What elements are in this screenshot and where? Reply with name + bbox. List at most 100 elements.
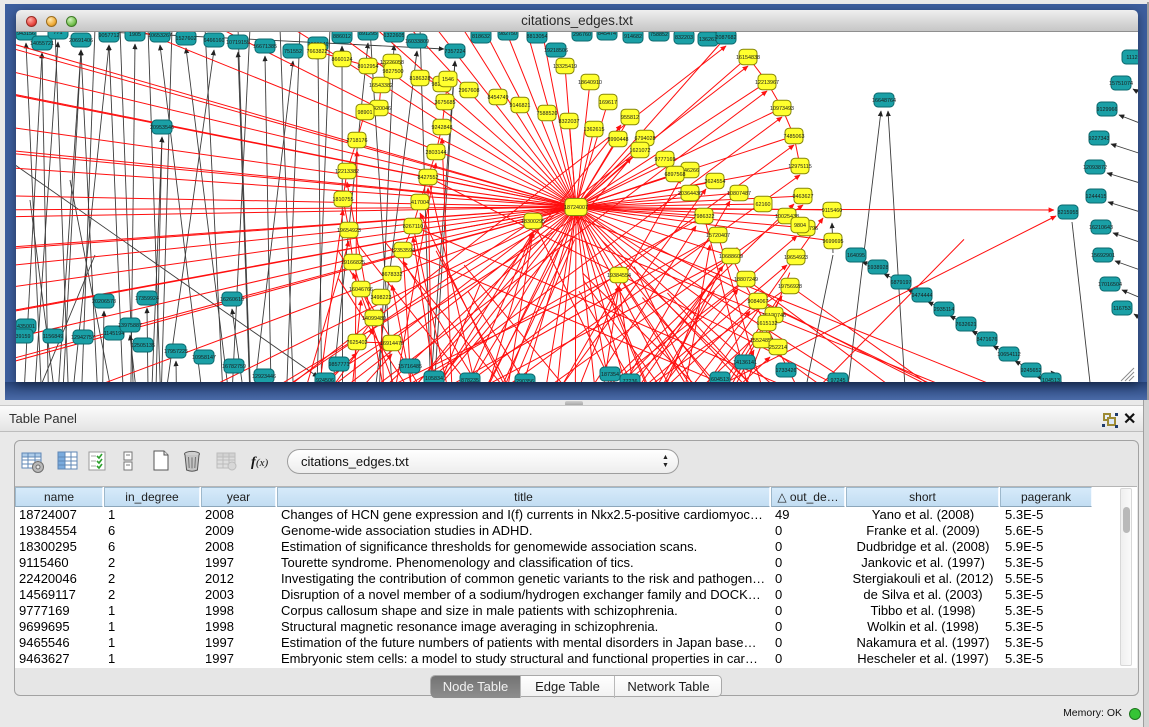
svg-text:16648764: 16648764 [872, 98, 896, 104]
svg-text:104513: 104513 [1042, 378, 1060, 382]
svg-text:832203: 832203 [675, 35, 693, 41]
svg-text:10973493: 10973493 [770, 106, 794, 112]
svg-text:12505135: 12505135 [131, 343, 155, 349]
svg-text:8912954: 8912954 [358, 64, 379, 70]
svg-text:9129966: 9129966 [1097, 107, 1118, 113]
svg-text:8990448: 8990448 [608, 137, 629, 143]
svg-text:15692901: 15692901 [1091, 253, 1115, 259]
svg-text:10807487: 10807487 [727, 191, 751, 197]
svg-text:12975115: 12975115 [788, 164, 812, 170]
svg-text:12923446: 12923446 [252, 374, 276, 380]
svg-text:2967608: 2967608 [459, 88, 480, 94]
svg-text:7986322: 7986322 [694, 214, 715, 220]
svg-text:20691406: 20691406 [69, 38, 93, 44]
svg-text:2718176: 2718176 [347, 138, 368, 144]
svg-text:771: 771 [54, 32, 63, 36]
svg-text:14099489: 14099489 [362, 316, 386, 322]
svg-text:1112: 1112 [1126, 55, 1137, 61]
svg-text:164095: 164095 [847, 253, 865, 259]
svg-text:19654923: 19654923 [784, 255, 808, 261]
svg-text:7357224: 7357224 [445, 49, 466, 55]
svg-text:5938928: 5938928 [868, 265, 889, 271]
svg-text:16543382: 16543382 [369, 83, 393, 89]
svg-text:16154838: 16154838 [736, 55, 760, 61]
svg-text:924506: 924506 [316, 378, 334, 382]
svg-text:1733426: 1733426 [776, 368, 797, 374]
svg-text:1810755: 1810755 [333, 197, 354, 203]
svg-text:62160: 62160 [756, 202, 771, 208]
svg-text:1615132: 1615132 [757, 321, 778, 327]
svg-text:15751074: 15751074 [1109, 81, 1133, 87]
svg-text:18807249: 18807249 [734, 277, 758, 283]
svg-text:1322605: 1322605 [384, 33, 405, 39]
svg-text:9463627: 9463627 [793, 194, 814, 200]
svg-text:6897568: 6897568 [665, 172, 686, 178]
svg-text:9115460: 9115460 [822, 208, 843, 214]
svg-text:9804: 9804 [794, 223, 806, 229]
svg-text:914682: 914682 [624, 34, 642, 40]
svg-text:6466160: 6466160 [204, 38, 225, 44]
svg-text:15716485: 15716485 [398, 364, 422, 370]
svg-text:8678332: 8678332 [382, 272, 403, 278]
svg-text:105834: 105834 [425, 376, 443, 382]
svg-text:116753: 116753 [1113, 306, 1131, 312]
svg-text:1905: 1905 [129, 32, 141, 38]
svg-text:3624554: 3624554 [705, 179, 726, 185]
svg-text:12213967: 12213967 [755, 80, 779, 86]
svg-text:891295: 891295 [359, 32, 377, 37]
svg-text:9242848: 9242848 [432, 125, 453, 131]
svg-text:19218506: 19218506 [544, 48, 568, 54]
svg-text:20364436: 20364436 [678, 191, 702, 197]
svg-text:886012: 886012 [333, 34, 351, 40]
svg-text:16046766: 16046766 [349, 287, 373, 293]
svg-text:3498222: 3498222 [371, 295, 392, 301]
svg-text:10958147: 10958147 [192, 355, 216, 361]
svg-text:7588520: 7588520 [537, 111, 558, 117]
svg-text:8471676: 8471676 [977, 337, 998, 343]
svg-text:7625402: 7625402 [347, 340, 368, 346]
svg-text:1362615: 1362615 [584, 127, 605, 133]
svg-text:98901: 98901 [358, 110, 373, 116]
svg-text:14136141: 14136141 [733, 360, 757, 366]
svg-text:9245652: 9245652 [1021, 368, 1042, 374]
svg-text:19654923: 19654923 [337, 228, 361, 234]
svg-text:10688609: 10688609 [719, 254, 743, 260]
svg-text:18724007: 18724007 [564, 205, 588, 211]
svg-text:12353594: 12353594 [391, 248, 415, 254]
svg-text:818632: 818632 [472, 34, 490, 40]
svg-text:1546: 1546 [442, 77, 454, 83]
svg-text:15720407: 15720407 [706, 233, 730, 239]
svg-text:10653267: 10653267 [148, 33, 172, 39]
svg-text:8813054: 8813054 [527, 34, 548, 40]
svg-text:8267110: 8267110 [403, 224, 424, 230]
svg-text:1145194: 1145194 [104, 331, 125, 337]
svg-text:9474444: 9474444 [912, 293, 933, 299]
svg-text:12093872: 12093872 [1083, 165, 1107, 171]
svg-text:39159: 39159 [16, 334, 31, 340]
svg-text:8427552: 8427552 [418, 175, 439, 181]
svg-text:758852: 758852 [650, 32, 668, 38]
svg-text:10719155: 10719155 [226, 40, 250, 46]
svg-text:1527602: 1527602 [176, 36, 197, 42]
svg-text:2087682: 2087682 [716, 35, 737, 41]
svg-text:19166825: 19166825 [341, 260, 365, 266]
svg-text:9146821: 9146821 [510, 103, 531, 109]
svg-text:17016504: 17016504 [1098, 282, 1122, 288]
svg-text:943156: 943156 [17, 32, 35, 37]
svg-text:19756928: 19756928 [778, 284, 802, 290]
svg-text:290356: 290356 [516, 379, 534, 382]
svg-text:2935114: 2935114 [934, 307, 955, 313]
svg-text:9699695: 9699695 [823, 239, 844, 245]
svg-text:9777169: 9777169 [655, 157, 676, 163]
svg-text:16033809: 16033809 [405, 39, 429, 45]
svg-text:17359924: 17359924 [135, 296, 159, 302]
svg-text:9827500: 9827500 [383, 69, 404, 75]
svg-text:169617: 169617 [599, 100, 617, 106]
svg-text:6794028: 6794028 [635, 136, 656, 142]
svg-text:296760: 296760 [573, 32, 591, 38]
svg-text:12213382: 12213382 [335, 169, 359, 175]
svg-text:97245: 97245 [831, 378, 846, 382]
svg-text:878235: 878235 [461, 378, 479, 382]
svg-text:(x): (x) [256, 457, 269, 469]
svg-text:9057712: 9057712 [99, 33, 120, 39]
